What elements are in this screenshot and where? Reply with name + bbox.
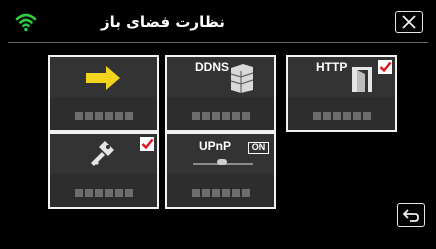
tile-label-area (50, 97, 157, 130)
back-button[interactable] (397, 203, 425, 227)
title-divider (8, 42, 428, 43)
yellow-arrow-icon (86, 66, 120, 90)
ddns-tile[interactable]: DDNS (165, 55, 276, 132)
hub-node-icon (217, 159, 227, 165)
tile-label-area (50, 174, 157, 207)
server-stack-icon (230, 64, 254, 93)
tile-icon-area: HTTP (288, 57, 395, 99)
page-title: نظارت فضای باز (101, 13, 225, 31)
tile-icon-area: DDNS (167, 57, 274, 99)
label-placeholder (191, 112, 250, 121)
checked-checkbox[interactable] (378, 60, 392, 74)
upnp-tile[interactable]: UPnP ON (165, 132, 276, 209)
http-label: HTTP (316, 60, 348, 74)
tile-label-area (288, 97, 395, 130)
on-badge: ON (248, 142, 269, 154)
red-checkmark-icon (379, 61, 392, 73)
tile-icon-area: UPnP ON (167, 134, 274, 176)
label-placeholder (74, 189, 133, 198)
password-tile[interactable] (48, 132, 159, 209)
tile-label-area (167, 174, 274, 207)
close-x-icon (402, 15, 416, 29)
tile-label-area (167, 97, 274, 130)
upnp-label: UPnP (199, 139, 232, 153)
network-settings-tile[interactable] (48, 55, 159, 132)
label-placeholder (74, 112, 133, 121)
red-checkmark-icon (141, 138, 154, 150)
outdoor-monitoring-screen: نظارت فضای باز DDNS HTTP UPnP ON (0, 0, 436, 249)
wifi-signal-icon (14, 10, 38, 34)
open-door-icon (352, 67, 372, 92)
title-bar: نظارت فضای باز (0, 0, 436, 44)
http-tile[interactable]: HTTP (286, 55, 397, 132)
close-button[interactable] (395, 11, 423, 33)
label-placeholder (191, 189, 250, 198)
label-placeholder (312, 112, 371, 121)
tile-icon-area (50, 57, 157, 99)
checked-checkbox[interactable] (140, 137, 154, 151)
ddns-label: DDNS (195, 60, 230, 74)
key-icon (91, 141, 114, 166)
return-arrow-icon (402, 209, 419, 222)
tile-icon-area (50, 134, 157, 176)
